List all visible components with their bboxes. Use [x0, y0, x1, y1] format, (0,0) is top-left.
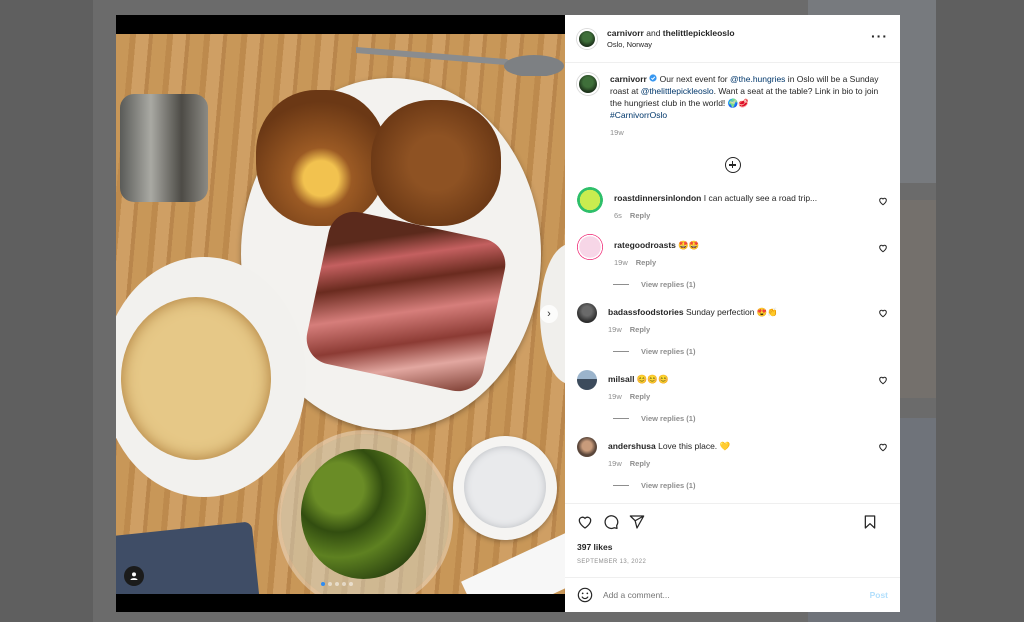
- like-comment-icon[interactable]: [878, 196, 888, 206]
- comment-text: Love this place. 💛: [658, 441, 731, 451]
- post-media[interactable]: ›: [116, 15, 565, 612]
- post-details-panel: carnivorr and thelittlepickleoslo Oslo, …: [565, 15, 900, 612]
- carousel-dots: [321, 582, 353, 586]
- more-options-icon[interactable]: ···: [871, 29, 888, 43]
- emoji-icon[interactable]: [577, 587, 593, 603]
- bookmark-icon[interactable]: [862, 514, 878, 530]
- heart-icon[interactable]: [577, 514, 593, 530]
- post-modal: › carnivorr and thelittlepickleoslo Oslo…: [116, 15, 900, 612]
- chevron-right-icon[interactable]: ›: [540, 305, 558, 323]
- comment-item: milsall 😊😊😊 19w Reply: [577, 370, 888, 401]
- horseradish-sauce: [464, 446, 546, 528]
- view-replies-button[interactable]: View replies (1): [613, 347, 888, 356]
- post-comment-button[interactable]: Post: [870, 590, 888, 600]
- comment-username[interactable]: milsall: [608, 374, 634, 384]
- caption-age[interactable]: 19w: [610, 128, 880, 137]
- load-more-comments-icon[interactable]: [724, 157, 741, 173]
- likes-count[interactable]: 397 likes: [577, 542, 888, 552]
- add-comment-bar: Post: [565, 577, 900, 612]
- comment-item: andershusa Love this place. 💛 19w Reply: [577, 437, 888, 468]
- caption-username[interactable]: carnivorr: [610, 74, 647, 84]
- yorkshire-pudding: [371, 100, 501, 226]
- view-replies-button[interactable]: View replies (1): [613, 414, 888, 423]
- avatar[interactable]: [577, 234, 603, 260]
- reply-button[interactable]: Reply: [630, 211, 650, 220]
- reply-button[interactable]: Reply: [636, 258, 656, 267]
- comment-age[interactable]: 6s: [614, 211, 622, 220]
- hashtag-link[interactable]: #CarnivorrOslo: [610, 110, 667, 120]
- brussels-sprouts: [301, 449, 426, 579]
- comment-age[interactable]: 19w: [608, 325, 622, 334]
- comment-text: Sunday perfection 😍👏: [685, 307, 779, 317]
- comment-username[interactable]: badassfoodstories: [608, 307, 684, 317]
- mention-link[interactable]: @thelittlepickleoslo: [641, 86, 714, 96]
- comment-username[interactable]: roastdinnersinlondon: [614, 193, 701, 203]
- comment-username[interactable]: andershusa: [608, 441, 656, 451]
- post-date[interactable]: SEPTEMBER 13, 2022: [577, 559, 888, 565]
- cauliflower-cheese: [121, 297, 271, 460]
- comment-age[interactable]: 19w: [608, 459, 622, 468]
- spoon: [356, 47, 564, 76]
- like-comment-icon[interactable]: [878, 375, 888, 385]
- view-replies-button[interactable]: View replies (1): [613, 280, 888, 289]
- avatar[interactable]: [577, 437, 597, 457]
- reply-button[interactable]: Reply: [630, 325, 650, 334]
- comment-text: I can actually see a road trip...: [703, 193, 818, 203]
- view-replies-button[interactable]: View replies (1): [613, 481, 888, 490]
- user-tag-icon[interactable]: [124, 566, 144, 586]
- yorkshire-pudding: [256, 90, 386, 226]
- milk-jug: [120, 94, 208, 202]
- reply-button[interactable]: Reply: [630, 392, 650, 401]
- reply-button[interactable]: Reply: [630, 459, 650, 468]
- comment-text: 😊😊😊: [636, 374, 669, 384]
- author-joiner: and: [646, 28, 661, 38]
- comment-text: 🤩🤩: [678, 240, 700, 250]
- comments-list[interactable]: carnivorr Our next event for @the.hungri…: [565, 63, 900, 503]
- comment-item: badassfoodstories Sunday perfection 😍👏 1…: [577, 303, 888, 334]
- coauthor-username[interactable]: thelittlepickleoslo: [663, 28, 735, 38]
- like-comment-icon[interactable]: [878, 442, 888, 452]
- caption: carnivorr Our next event for @the.hungri…: [577, 73, 888, 137]
- avatar[interactable]: [577, 303, 597, 323]
- avatar[interactable]: [577, 28, 597, 49]
- comment-item: roastdinnersinlondon I can actually see …: [577, 187, 888, 220]
- author-username[interactable]: carnivorr: [607, 28, 644, 38]
- post-header: carnivorr and thelittlepickleoslo Oslo, …: [565, 15, 900, 63]
- avatar[interactable]: [577, 187, 603, 213]
- caption-text: Our next event for: [659, 74, 731, 84]
- comment-icon[interactable]: [603, 514, 619, 530]
- comment-age[interactable]: 19w: [608, 392, 622, 401]
- share-icon[interactable]: [629, 514, 645, 530]
- comment-item: rategoodroasts 🤩🤩 19w Reply: [577, 234, 888, 267]
- comment-input[interactable]: [603, 590, 870, 600]
- like-comment-icon[interactable]: [878, 308, 888, 318]
- avatar[interactable]: [577, 73, 599, 95]
- comment-age[interactable]: 19w: [614, 258, 628, 267]
- mention-link[interactable]: @the.hungries: [730, 74, 785, 84]
- avatar[interactable]: [577, 370, 597, 390]
- location-link[interactable]: Oslo, Norway: [607, 40, 735, 49]
- verified-badge-icon: [649, 74, 657, 82]
- comment-username[interactable]: rategoodroasts: [614, 240, 676, 250]
- post-actions: 397 likes SEPTEMBER 13, 2022: [565, 503, 900, 565]
- like-comment-icon[interactable]: [878, 243, 888, 253]
- post-photo[interactable]: [116, 34, 565, 594]
